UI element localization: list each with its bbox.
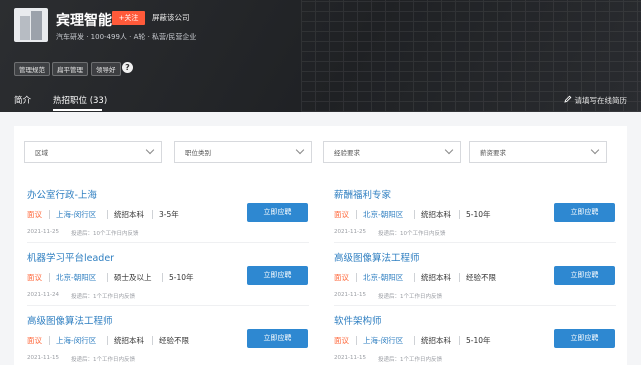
company-logo	[14, 8, 48, 42]
job-location: 上海-闵行区	[363, 336, 404, 345]
job-education: 统招本科	[421, 336, 451, 345]
job-salary: 面议	[27, 273, 42, 282]
job-title[interactable]: 机器学习平台leader	[27, 250, 114, 264]
job-education: 统招本科	[421, 210, 451, 219]
job-salary: 面议	[27, 210, 42, 219]
job-title[interactable]: 薪酬福利专家	[334, 187, 391, 201]
job-salary: 面议	[27, 336, 42, 345]
job-feedback: 投递后：10个工作日内反馈	[71, 231, 139, 237]
company-header: 宾理智能 +关注 屏蔽该公司 汽车研发 · 100-499人 · A轮 · 私营…	[0, 0, 641, 112]
job-feedback: 投递后：1个工作日内反馈	[378, 294, 443, 300]
job-location: 北京-朝阳区	[363, 210, 404, 219]
apply-button[interactable]: 立即应聘	[247, 329, 308, 348]
chevron-down-icon	[590, 145, 600, 155]
filter-label: 经验要求	[334, 149, 360, 157]
job-experience: 3-5年	[159, 210, 179, 219]
job-experience: 5-10年	[169, 273, 194, 282]
apply-button[interactable]: 立即应聘	[554, 329, 615, 348]
job-date: 2021-11-15	[334, 292, 366, 298]
job-title[interactable]: 高级图像算法工程师	[27, 313, 113, 327]
company-tag: 领导好	[91, 62, 121, 76]
block-company-link[interactable]: 屏蔽该公司	[152, 12, 190, 23]
apply-button[interactable]: 立即应聘	[247, 203, 308, 222]
fill-resume-link[interactable]: 请填写在线简历	[563, 95, 628, 106]
job-date: 2021-11-25	[27, 229, 59, 235]
divider	[334, 242, 616, 243]
job-education: 统招本科	[114, 336, 144, 345]
filter-salary[interactable]: 薪资要求	[469, 141, 607, 163]
company-meta: 汽车研发 · 100-499人 · A轮 · 私营/民营企业	[56, 33, 197, 41]
job-salary: 面议	[334, 273, 349, 282]
company-tag: 扁平管理	[52, 62, 88, 76]
chevron-down-icon	[145, 145, 155, 155]
job-salary: 面议	[334, 336, 349, 345]
job-date: 2021-11-25	[334, 229, 366, 235]
filter-label: 区域	[35, 149, 48, 157]
divider	[27, 242, 309, 243]
filter-label: 职位类别	[185, 149, 211, 157]
chevron-down-icon	[295, 145, 305, 155]
job-feedback: 投递后：1个工作日内反馈	[378, 357, 443, 363]
filter-job-category[interactable]: 职位类别	[174, 141, 312, 163]
apply-button[interactable]: 立即应聘	[247, 266, 308, 285]
job-feedback: 投递后：1个工作日内反馈	[71, 357, 136, 363]
job-salary: 面议	[334, 210, 349, 219]
fill-resume-label: 请填写在线简历	[574, 96, 628, 105]
job-card[interactable]: 软件架构师 面议 上海-闵行区 统招本科 5-10年 2021-11-15 投递…	[334, 313, 616, 365]
divider	[27, 305, 309, 306]
job-location: 上海-闵行区	[56, 210, 97, 219]
help-icon[interactable]: ?	[122, 62, 133, 73]
job-experience: 5-10年	[466, 336, 491, 345]
job-location: 北京-朝阳区	[56, 273, 97, 282]
job-card[interactable]: 薪酬福利专家 面议 北京-朝阳区 统招本科 5-10年 2021-11-25 投…	[334, 187, 616, 245]
divider	[334, 305, 616, 306]
job-experience: 5-10年	[466, 210, 491, 219]
filter-label: 薪资要求	[480, 149, 506, 157]
job-title[interactable]: 软件架构师	[334, 313, 382, 327]
job-experience: 经验不限	[466, 273, 496, 282]
job-feedback: 投递后：1个工作日内反馈	[71, 294, 136, 300]
job-card[interactable]: 办公室行政-上海 面议 上海-闵行区 统招本科 3-5年 2021-11-25 …	[27, 187, 309, 245]
job-feedback: 投递后：10个工作日内反馈	[378, 231, 446, 237]
company-name: 宾理智能	[56, 13, 112, 29]
job-title[interactable]: 办公室行政-上海	[27, 187, 97, 201]
job-date: 2021-11-24	[27, 292, 59, 298]
company-tag: 管理规范	[14, 62, 50, 76]
apply-button[interactable]: 立即应聘	[554, 266, 615, 285]
tab-hot-jobs[interactable]: 热招职位 (33)	[53, 94, 107, 106]
job-card[interactable]: 机器学习平台leader 面议 北京-朝阳区 硕士及以上 5-10年 2021-…	[27, 250, 309, 308]
follow-button[interactable]: +关注	[112, 11, 145, 25]
job-date: 2021-11-15	[27, 355, 59, 361]
apply-button[interactable]: 立即应聘	[554, 203, 615, 222]
job-location: 北京-朝阳区	[363, 273, 404, 282]
filter-experience[interactable]: 经验要求	[323, 141, 461, 163]
job-education: 统招本科	[421, 273, 451, 282]
pen-icon	[563, 95, 572, 103]
job-experience: 经验不限	[159, 336, 189, 345]
job-card[interactable]: 高级图像算法工程师 面议 上海-闵行区 统招本科 经验不限 2021-11-15…	[27, 313, 309, 365]
chevron-down-icon	[444, 145, 454, 155]
active-tab-indicator	[53, 109, 102, 111]
job-location: 上海-闵行区	[56, 336, 97, 345]
job-title[interactable]: 高级图像算法工程师	[334, 250, 420, 264]
job-education: 统招本科	[114, 210, 144, 219]
filter-region[interactable]: 区域	[24, 141, 162, 163]
job-education: 硕士及以上	[114, 273, 152, 282]
tab-intro[interactable]: 简介	[14, 94, 31, 106]
job-card[interactable]: 高级图像算法工程师 面议 北京-朝阳区 统招本科 经验不限 2021-11-15…	[334, 250, 616, 308]
job-date: 2021-11-15	[334, 355, 366, 361]
